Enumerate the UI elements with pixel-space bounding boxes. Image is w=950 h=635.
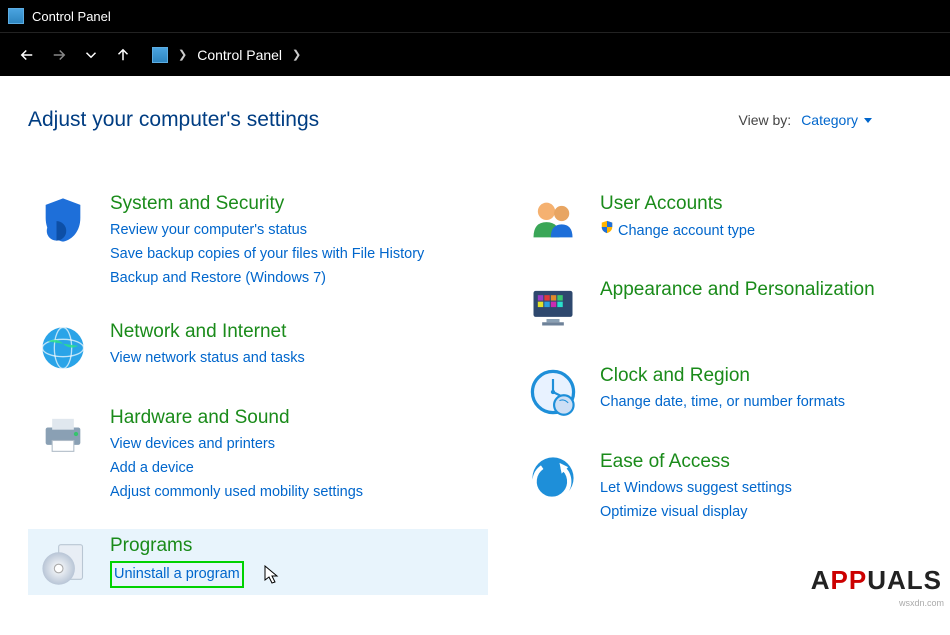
uninstall-program-link[interactable]: Uninstall a program xyxy=(114,566,240,582)
category-system-security: System and Security Review your computer… xyxy=(28,187,488,295)
page-title: Adjust your computer's settings xyxy=(28,108,319,132)
cursor-icon xyxy=(264,565,280,590)
category-link[interactable]: Review your computer's status xyxy=(110,219,424,243)
people-icon xyxy=(524,191,582,249)
forward-button[interactable] xyxy=(44,40,74,70)
category-link[interactable]: Change account type xyxy=(600,219,755,244)
category-title[interactable]: Clock and Region xyxy=(600,365,845,387)
content-header: Adjust your computer's settings View by:… xyxy=(28,108,922,132)
category-user-accounts: User Accounts Change account type xyxy=(518,187,922,253)
category-link[interactable]: View network status and tasks xyxy=(110,347,305,371)
category-link[interactable]: View devices and printers xyxy=(110,433,363,457)
category-title[interactable]: Network and Internet xyxy=(110,321,305,343)
category-link[interactable]: Let Windows suggest settings xyxy=(600,477,792,501)
uac-shield-icon xyxy=(600,219,614,243)
right-column: User Accounts Change account type Appear… xyxy=(518,187,922,615)
shield-icon xyxy=(34,191,92,249)
category-title[interactable]: Programs xyxy=(110,535,244,557)
appuals-logo: APPUALS xyxy=(811,565,942,596)
category-title[interactable]: User Accounts xyxy=(600,193,755,215)
category-title[interactable]: Appearance and Personalization xyxy=(600,279,875,301)
category-link[interactable]: Change date, time, or number formats xyxy=(600,391,845,415)
view-by-control: View by: Category xyxy=(739,112,922,128)
link-text: Change account type xyxy=(618,223,755,239)
category-link[interactable]: Save backup copies of your files with Fi… xyxy=(110,243,424,267)
category-appearance-personalization: Appearance and Personalization xyxy=(518,273,922,339)
breadcrumb-item[interactable]: Control Panel xyxy=(193,47,286,63)
window-title: Control Panel xyxy=(32,9,111,24)
up-button[interactable] xyxy=(108,40,138,70)
category-title[interactable]: System and Security xyxy=(110,193,424,215)
view-by-dropdown[interactable]: Category xyxy=(801,112,872,128)
left-column: System and Security Review your computer… xyxy=(28,187,488,615)
watermark-text: wsxdn.com xyxy=(899,598,944,608)
printer-icon xyxy=(34,405,92,463)
logo-part: PP xyxy=(831,565,868,596)
recent-locations-button[interactable] xyxy=(76,40,106,70)
highlighted-link-box: Uninstall a program xyxy=(110,561,244,589)
chevron-right-icon[interactable]: ❯ xyxy=(172,48,193,61)
category-link[interactable]: Adjust commonly used mobility settings xyxy=(110,481,363,505)
category-programs: Programs Uninstall a program xyxy=(28,529,488,595)
title-bar: Control Panel xyxy=(0,0,950,32)
chevron-right-icon[interactable]: ❯ xyxy=(286,48,307,61)
logo-part: UALS xyxy=(867,565,942,596)
address-bar-icon xyxy=(152,47,168,63)
back-button[interactable] xyxy=(12,40,42,70)
view-by-label: View by: xyxy=(739,112,792,128)
disc-box-icon xyxy=(34,533,92,591)
monitor-colors-icon xyxy=(524,277,582,335)
ease-of-access-icon xyxy=(524,449,582,507)
content-area: Adjust your computer's settings View by:… xyxy=(0,76,950,635)
control-panel-icon xyxy=(8,8,24,24)
category-network-internet: Network and Internet View network status… xyxy=(28,315,488,381)
category-title[interactable]: Hardware and Sound xyxy=(110,407,363,429)
category-hardware-sound: Hardware and Sound View devices and prin… xyxy=(28,401,488,509)
logo-part: A xyxy=(811,565,831,596)
navigation-bar: ❯ Control Panel ❯ xyxy=(0,32,950,76)
category-ease-of-access: Ease of Access Let Windows suggest setti… xyxy=(518,445,922,529)
clock-icon xyxy=(524,363,582,421)
category-columns: System and Security Review your computer… xyxy=(28,187,922,615)
category-clock-region: Clock and Region Change date, time, or n… xyxy=(518,359,922,425)
globe-icon xyxy=(34,319,92,377)
category-link[interactable]: Optimize visual display xyxy=(600,501,792,525)
category-link[interactable]: Add a device xyxy=(110,457,363,481)
category-link[interactable]: Backup and Restore (Windows 7) xyxy=(110,267,424,291)
category-title[interactable]: Ease of Access xyxy=(600,451,792,473)
